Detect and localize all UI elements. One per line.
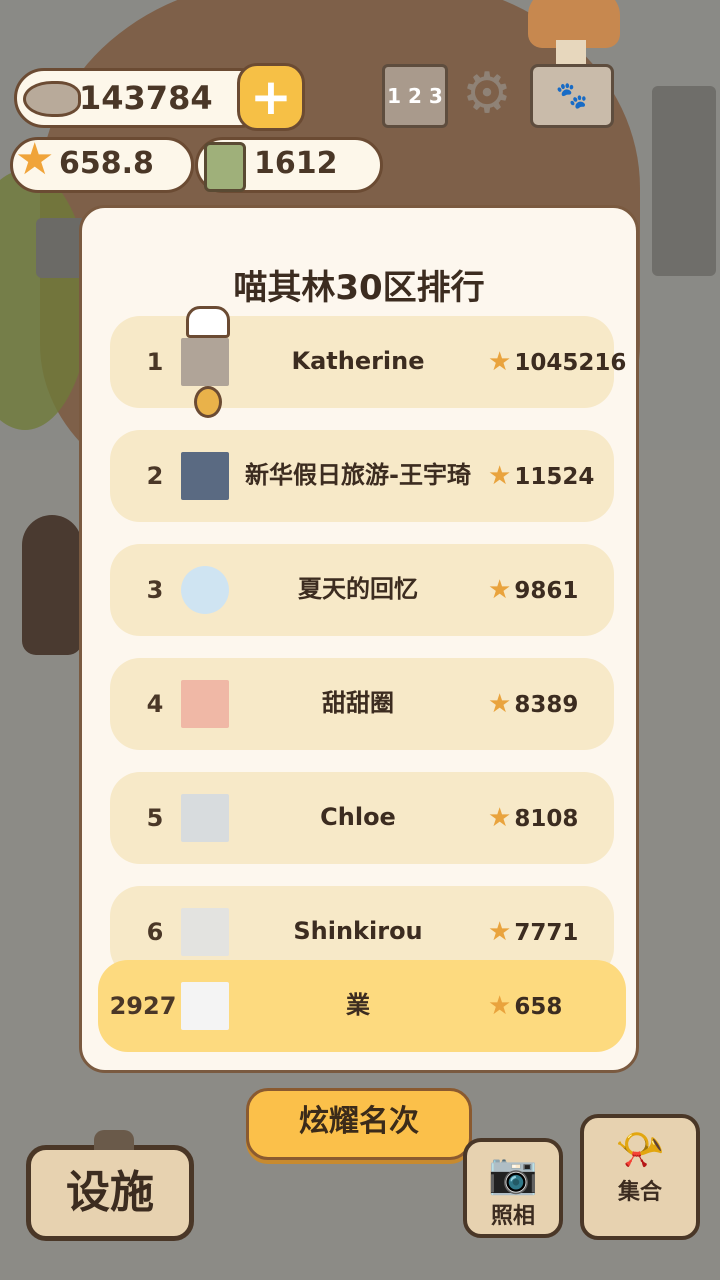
star-icon: ★	[488, 689, 512, 719]
facility-button[interactable]: 设施	[26, 1145, 194, 1241]
my-rank-row[interactable]: 2927 業 ★ 658	[98, 960, 626, 1052]
fish-icon	[23, 81, 81, 117]
tower-building	[652, 86, 716, 276]
score-value: 8108	[514, 806, 579, 832]
medal-icon	[194, 386, 222, 418]
avatar	[181, 680, 229, 728]
score-value: 1045216	[514, 350, 627, 376]
photo-label: 照相	[490, 1204, 535, 1229]
score-value: 11524	[514, 464, 595, 490]
bamboo-value: 1612	[254, 146, 338, 181]
avatar	[181, 794, 229, 842]
star-value: 658.8	[59, 146, 154, 181]
show-rank-button[interactable]: 炫耀名次	[246, 1088, 472, 1160]
score-value: 8389	[514, 692, 579, 718]
row-name: Katherine	[291, 347, 425, 376]
book-icon[interactable]: 🐾	[530, 64, 614, 128]
bamboo-currency: 1612	[195, 137, 383, 193]
star-icon: ★	[488, 575, 512, 605]
score-value: 658	[514, 994, 563, 1020]
my-name: 業	[346, 991, 370, 1020]
my-score: ★ 658	[488, 960, 562, 1052]
gather-label: 集合	[617, 1180, 662, 1205]
fish-value: 143784	[79, 79, 213, 117]
score-value: 7771	[514, 920, 579, 946]
star-icon: ★	[15, 134, 55, 185]
leaderboard-row[interactable]: 4 甜甜圈 ★ 8389	[110, 658, 614, 750]
chef-hat-icon	[186, 306, 230, 338]
star-currency: ★ 658.8	[10, 137, 194, 193]
podium-label: 1 2 3	[387, 84, 443, 108]
star-icon: ★	[488, 991, 512, 1021]
avatar	[181, 566, 229, 614]
star-icon: ★	[488, 347, 512, 377]
avatar	[181, 982, 229, 1030]
avatar	[181, 908, 229, 956]
row-score: ★ 9861	[488, 544, 578, 636]
bamboo-icon	[204, 142, 246, 192]
star-icon: ★	[488, 461, 512, 491]
rank-podium-icon[interactable]: 1 2 3	[382, 64, 448, 128]
avatar	[181, 338, 229, 386]
row-score: ★ 8108	[488, 772, 578, 864]
camera-icon: 📷	[488, 1151, 538, 1197]
clipboard-clip	[94, 1130, 134, 1150]
row-score: ★ 1045216	[488, 316, 626, 408]
avatar	[181, 452, 229, 500]
leaderboard-panel: 喵其林30区排行 1 Katherine ★ 1045216 2 新华假日旅游-王…	[79, 205, 639, 1073]
my-rank: 2927	[109, 992, 177, 1020]
row-name: 新华假日旅游-王宇琦	[245, 461, 471, 490]
leaderboard-row[interactable]: 5 Chloe ★ 8108	[110, 772, 614, 864]
add-fish-button[interactable]: +	[237, 63, 305, 131]
star-icon: ★	[488, 803, 512, 833]
photo-button[interactable]: 📷 照相	[463, 1138, 563, 1238]
fish-currency: 143784	[14, 68, 270, 128]
row-score: ★ 11524	[488, 430, 594, 522]
row-score: ★ 8389	[488, 658, 578, 750]
whistle-icon: 📯	[615, 1127, 665, 1173]
row-name: 甜甜圈	[322, 689, 394, 718]
gear-icon[interactable]: ⚙	[456, 61, 518, 126]
row-name: 夏天的回忆	[298, 575, 418, 604]
leaderboard-row[interactable]: 3 夏天的回忆 ★ 9861	[110, 544, 614, 636]
bear-character	[22, 515, 82, 655]
leaderboard-row[interactable]: 1 Katherine ★ 1045216	[110, 306, 626, 418]
score-value: 9861	[514, 578, 579, 604]
leaderboard-title: 喵其林30区排行	[233, 268, 485, 308]
leaderboard-row[interactable]: 2 新华假日旅游-王宇琦 ★ 11524	[110, 430, 614, 522]
gather-button[interactable]: 📯 集合	[580, 1114, 700, 1240]
star-icon: ★	[488, 917, 512, 947]
row-name: Chloe	[320, 803, 396, 832]
